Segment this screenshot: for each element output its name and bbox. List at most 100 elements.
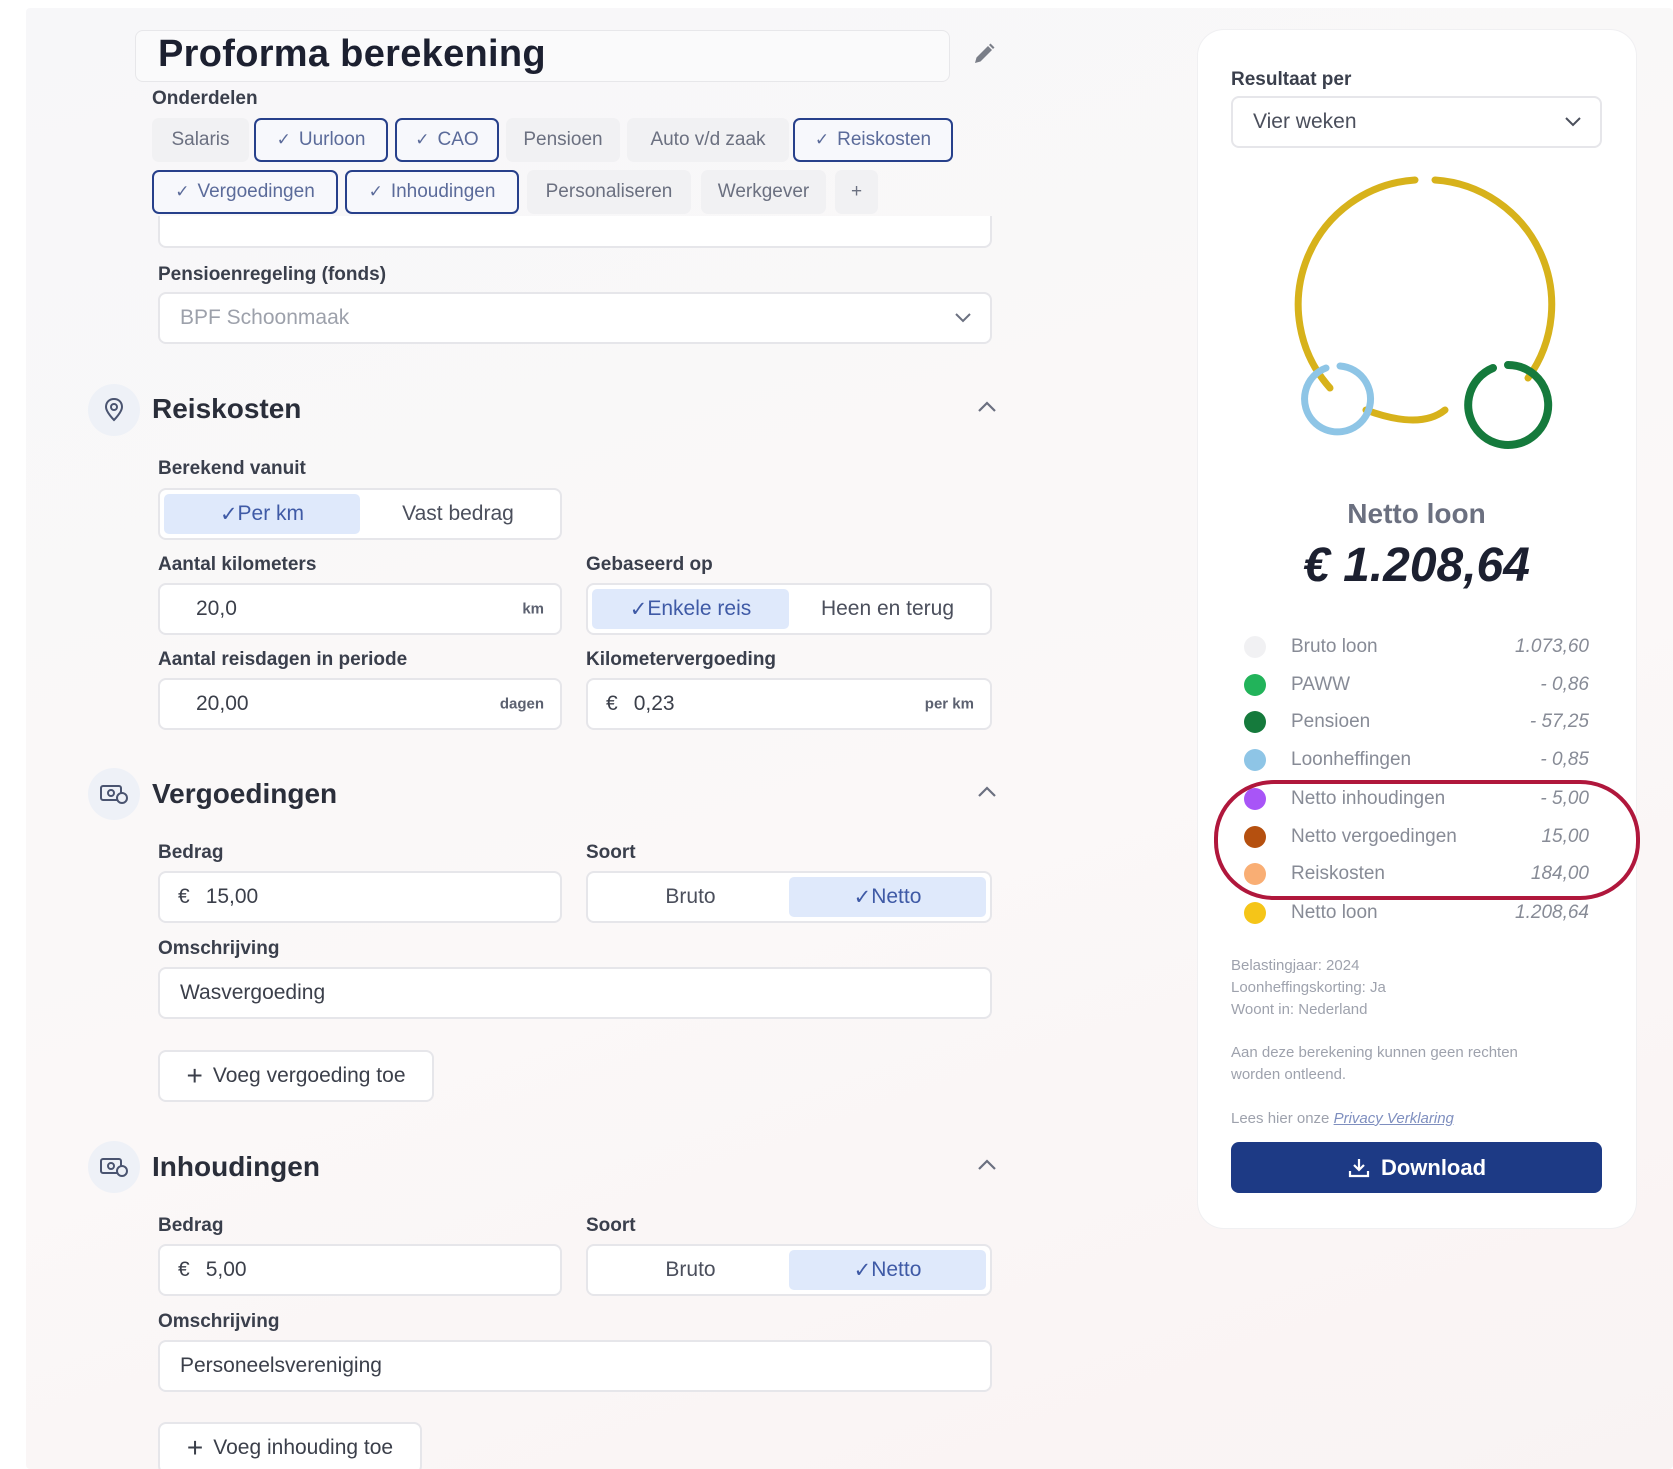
chart-arc-bottom <box>1362 406 1449 424</box>
page-title[interactable]: Proforma berekening <box>135 30 950 82</box>
option-netto[interactable]: ✓ Netto <box>789 1250 986 1290</box>
vergoedingen-heading: Vergoedingen <box>152 778 338 809</box>
add-inhouding-button[interactable]: + Voeg inhouding toe <box>158 1422 422 1469</box>
chevron-up-icon[interactable] <box>976 1154 998 1176</box>
chip-inhoudingen[interactable]: ✓ Inhoudingen <box>345 170 519 214</box>
vergoeding-omschrijving-input[interactable]: Wasvergoeding <box>158 967 992 1019</box>
chip-label: Uurloon <box>298 129 366 150</box>
chip-uurloon[interactable]: ✓ Uurloon <box>254 118 388 162</box>
option-heen-en-terug[interactable]: Heen en terug <box>789 589 986 629</box>
vergoeding-soort-label: Soort <box>586 842 636 863</box>
inhouding-soort-toggle[interactable]: Bruto ✓ Netto <box>586 1244 992 1296</box>
legend-label: Loonheffingen <box>1291 749 1412 770</box>
chip-label: Reiskosten <box>837 129 932 150</box>
vergoeding-bedrag-label: Bedrag <box>158 842 224 863</box>
vergoeding-bedrag-value: 15,00 <box>205 885 259 908</box>
legend-dot <box>1244 636 1266 658</box>
km-input[interactable]: 20,0 km <box>158 583 562 635</box>
berekend-vanuit-toggle[interactable]: ✓ Per km Vast bedrag <box>158 488 562 540</box>
pension-value: BPF Schoonmaak <box>180 306 350 329</box>
inhoudingen-heading: Inhoudingen <box>152 1151 320 1182</box>
currency-symbol: € <box>178 885 190 908</box>
kilometervergoeding-unit: per km <box>924 695 974 713</box>
check-icon: ✓ <box>415 130 430 149</box>
plus-icon: + <box>186 1432 204 1463</box>
location-pin-icon <box>88 384 140 436</box>
km-value: 20,0 <box>196 597 237 620</box>
chip-werkgever[interactable]: Werkgever <box>701 170 826 214</box>
chip-label: Personaliseren <box>545 181 673 202</box>
pencil-icon[interactable] <box>972 42 996 66</box>
result-chart <box>1294 176 1556 449</box>
legend-label: Netto loon <box>1291 902 1378 923</box>
legend-label: PAWW <box>1291 674 1351 695</box>
option-per-km[interactable]: ✓ Per km <box>164 494 360 534</box>
chip-label: Pensioen <box>523 129 603 150</box>
gebaseerd-op-toggle[interactable]: ✓ Enkele reis Heen en terug <box>586 583 992 635</box>
resultaat-per-value: Vier weken <box>1253 110 1357 133</box>
inhouding-omschrijving-label: Omschrijving <box>158 1311 280 1332</box>
inhouding-omschrijving-value: Personeelsvereniging <box>180 1354 382 1377</box>
download-icon <box>1348 1158 1370 1177</box>
inhouding-bedrag-input[interactable]: € 5,00 <box>158 1244 562 1296</box>
option-netto[interactable]: ✓ Netto <box>789 877 986 917</box>
chip-label: Salaris <box>171 129 230 150</box>
add-vergoeding-button[interactable]: + Voeg vergoeding toe <box>158 1050 434 1102</box>
add-vergoeding-label: Voeg vergoeding toe <box>212 1064 406 1087</box>
inhouding-soort-label: Soort <box>586 1215 636 1236</box>
chip-add[interactable]: + <box>835 170 878 214</box>
chip-cao[interactable]: ✓ CAO <box>395 118 499 162</box>
legend-value: - 0,86 <box>1540 674 1589 695</box>
option-vast-bedrag[interactable]: Vast bedrag <box>360 494 556 534</box>
legend-dot <box>1244 711 1266 733</box>
option-label: Vast bedrag <box>402 502 514 525</box>
legend-dot <box>1244 674 1266 696</box>
inhouding-omschrijving-input[interactable]: Personeelsvereniging <box>158 1340 992 1392</box>
kilometervergoeding-input[interactable]: € 0,23 per km <box>586 678 992 730</box>
chip-reiskosten[interactable]: ✓ Reiskosten <box>793 118 953 162</box>
currency-symbol: € <box>178 1258 190 1281</box>
vergoeding-soort-toggle[interactable]: Bruto ✓ Netto <box>586 871 992 923</box>
legend-dot <box>1244 902 1266 924</box>
legend-value: 1.073,60 <box>1515 636 1589 657</box>
chip-salaris[interactable]: Salaris <box>152 118 249 162</box>
note-loonheffingskorting: Loonheffingskorting: Ja <box>1231 979 1386 996</box>
chip-label: Inhoudingen <box>390 181 496 202</box>
privacy-link[interactable]: Privacy Verklaring <box>1334 1110 1454 1127</box>
chip-pensioen[interactable]: Pensioen <box>506 118 620 162</box>
kilometervergoeding-value: 0,23 <box>633 692 675 715</box>
vergoeding-bedrag-input[interactable]: € 15,00 <box>158 871 562 923</box>
chevron-up-icon[interactable] <box>976 396 998 418</box>
chip-personaliseren[interactable]: Personaliseren <box>527 170 691 214</box>
inhouding-bedrag-value: 5,00 <box>205 1258 247 1281</box>
check-icon: ✓ <box>219 502 238 526</box>
legend-row: Loonheffingen - 0,85 <box>1244 745 1589 775</box>
resultaat-per-select[interactable]: Vier weken <box>1231 96 1602 148</box>
option-label: Netto <box>871 885 922 908</box>
check-icon: ✓ <box>853 1258 872 1282</box>
chip-auto-vd-zaak[interactable]: Auto v/d zaak <box>627 118 789 162</box>
legend-value: - 57,25 <box>1529 711 1589 732</box>
add-inhouding-label: Voeg inhouding toe <box>213 1436 394 1459</box>
money-icon <box>88 1141 140 1193</box>
chart-arc-left <box>1294 176 1419 392</box>
legend-value: 1.208,64 <box>1515 902 1589 923</box>
pension-select[interactable]: BPF Schoonmaak <box>158 292 992 344</box>
option-bruto[interactable]: Bruto <box>592 1250 789 1290</box>
resultaat-per-label: Resultaat per <box>1231 69 1352 90</box>
reisdagen-input[interactable]: 20,00 dagen <box>158 678 562 730</box>
privacy-line: Lees hier onze Privacy Verklaring <box>1231 1108 1454 1130</box>
gebaseerd-op-label: Gebaseerd op <box>586 554 713 575</box>
option-enkele-reis[interactable]: ✓ Enkele reis <box>592 589 789 629</box>
note-belastingjaar: Belastingjaar: 2024 <box>1231 957 1360 974</box>
vergoeding-omschrijving-value: Wasvergoeding <box>180 981 326 1004</box>
highlight-annotation <box>1214 780 1640 900</box>
chip-label: + <box>850 181 863 202</box>
chevron-up-icon[interactable] <box>976 781 998 803</box>
download-button[interactable]: Download <box>1231 1142 1602 1193</box>
money-icon <box>88 768 140 820</box>
chip-vergoedingen[interactable]: ✓ Vergoedingen <box>152 170 338 214</box>
previous-field-edge <box>158 216 992 248</box>
option-bruto[interactable]: Bruto <box>592 877 789 917</box>
option-label: Enkele reis <box>647 597 752 620</box>
